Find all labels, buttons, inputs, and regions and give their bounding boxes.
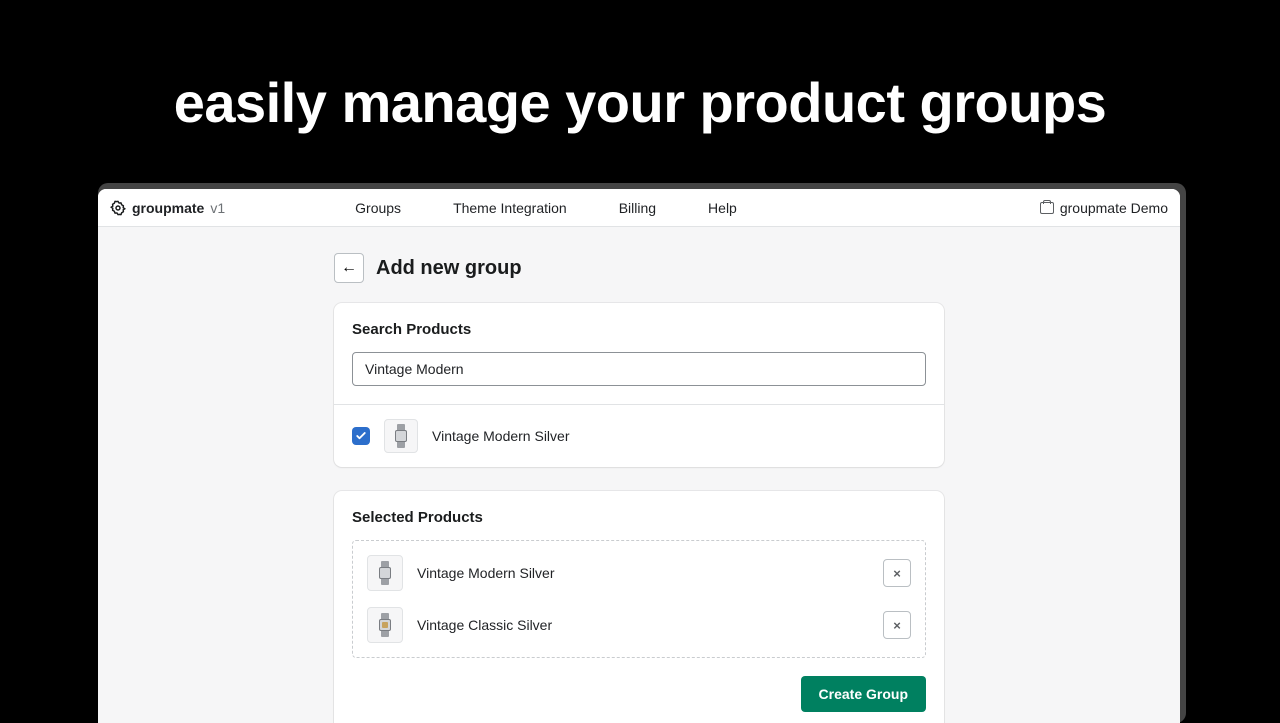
selected-section-label: Selected Products <box>352 509 926 526</box>
nav-billing[interactable]: Billing <box>619 200 656 216</box>
browser-frame: groupmate v1 Groups Theme Integration Bi… <box>98 183 1186 723</box>
brand-name: groupmate <box>132 200 204 216</box>
page-title-row: ← Add new group <box>334 253 944 283</box>
search-card: Search Products Vintage Modern Silver <box>334 303 944 467</box>
selected-drop-zone: Vintage Modern Silver × Vintage Classic … <box>352 540 926 658</box>
create-group-button[interactable]: Create Group <box>801 676 926 712</box>
result-checkbox[interactable] <box>352 427 370 445</box>
store-icon <box>1040 202 1054 214</box>
selected-card: Selected Products Vintage Modern Silver … <box>334 491 944 723</box>
app-window: groupmate v1 Groups Theme Integration Bi… <box>98 189 1180 723</box>
gear-icon <box>110 200 126 216</box>
brand-version: v1 <box>210 200 225 216</box>
watch-icon <box>395 424 407 448</box>
product-thumbnail <box>367 555 403 591</box>
action-row: Create Group <box>352 676 926 712</box>
check-icon <box>355 430 367 442</box>
search-input[interactable] <box>352 352 926 386</box>
top-nav: Groups Theme Integration Billing Help <box>355 200 737 216</box>
store-chip[interactable]: groupmate Demo <box>1040 200 1168 216</box>
result-product-name: Vintage Modern Silver <box>432 428 569 444</box>
marketing-tagline: easily manage your product groups <box>0 0 1280 185</box>
watch-icon <box>379 613 391 637</box>
nav-theme-integration[interactable]: Theme Integration <box>453 200 567 216</box>
page-title: Add new group <box>376 257 522 280</box>
selected-product-name: Vintage Modern Silver <box>417 565 554 581</box>
nav-groups[interactable]: Groups <box>355 200 401 216</box>
remove-button[interactable]: × <box>883 559 911 587</box>
watch-icon <box>379 561 391 585</box>
brand-logo: groupmate v1 <box>110 200 225 216</box>
selected-item: Vintage Modern Silver × <box>367 547 911 599</box>
selected-item: Vintage Classic Silver × <box>367 599 911 651</box>
product-thumbnail <box>384 419 418 453</box>
product-thumbnail <box>367 607 403 643</box>
store-label: groupmate Demo <box>1060 200 1168 216</box>
main-content: ← Add new group Search Products Vintage … <box>334 227 944 723</box>
selected-product-name: Vintage Classic Silver <box>417 617 552 633</box>
back-button[interactable]: ← <box>334 253 364 283</box>
remove-button[interactable]: × <box>883 611 911 639</box>
app-header: groupmate v1 Groups Theme Integration Bi… <box>98 189 1180 227</box>
search-result-row[interactable]: Vintage Modern Silver <box>334 404 944 467</box>
nav-help[interactable]: Help <box>708 200 737 216</box>
search-section-label: Search Products <box>352 321 926 338</box>
